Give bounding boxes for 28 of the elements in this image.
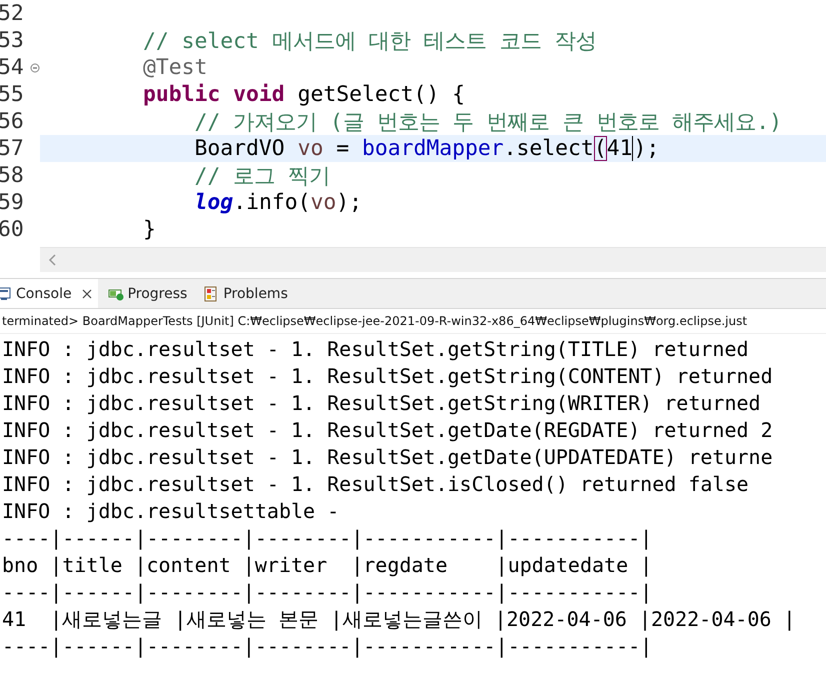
code-line: // 가져오기 (글 번호는 두 번째로 큰 번호로 해주세요.) xyxy=(194,109,783,135)
problems-icon xyxy=(203,286,220,302)
console-line: 41 |새로넣는글 |새로넣는 본문 |새로넣는글쓴이 |2022-04-06 |2022-04-06 | xyxy=(2,607,796,631)
console-line: bno |title |content |writer |regdate |updatedate | xyxy=(2,553,652,577)
console-line: INFO : jdbc.resultset - 1. ResultSet.getDate(REGDATE) returned 2 xyxy=(2,418,773,442)
console-line: INFO : jdbc.resultset - 1. ResultSet.isClosed() returned false xyxy=(2,472,749,496)
console-line: INFO : jdbc.resultset - 1. ResultSet.getString(WRITER) returned xyxy=(2,391,761,415)
horizontal-scrollbar[interactable] xyxy=(40,247,826,272)
view-tab[interactable]: Console xyxy=(0,279,98,308)
code-line: } xyxy=(142,216,157,243)
console-icon xyxy=(0,286,12,302)
code-line: // select 메서드에 대한 테스트 코드 작성 xyxy=(142,28,598,54)
code-line: log.info(vo); xyxy=(194,189,363,216)
code-line: @Test xyxy=(142,54,208,81)
code-line: public void getSelect() { xyxy=(142,81,466,108)
view-tab[interactable]: Problems xyxy=(199,279,294,308)
code-line: // 로그 찍기 xyxy=(194,163,332,189)
close-icon[interactable] xyxy=(82,288,92,298)
console-line: ----|------|--------|--------|-----------|-----------| xyxy=(2,580,652,604)
console-line: ----|------|--------|--------|-----------|-----------| xyxy=(2,526,652,550)
console-line: ----|------|--------|--------|-----------|-----------| xyxy=(2,634,652,658)
collapse-icon[interactable] xyxy=(30,62,40,72)
console-line: INFO : jdbc.resultset - 1. ResultSet.getString(CONTENT) returned xyxy=(2,364,773,388)
console-line: INFO : jdbc.resultset - 1. ResultSet.getString(TITLE) returned xyxy=(2,337,749,361)
console-line: INFO : jdbc.resultsettable - xyxy=(2,499,340,523)
console-header: terminated> BoardMapperTests [JUnit] C:₩eclipse₩eclipse-jee-2021-09-R-win32-x86_64₩eclipse₩plugins₩org.eclipse.just xyxy=(2,314,748,328)
view-tab[interactable]: Progress xyxy=(104,279,194,308)
console-line: INFO : jdbc.resultset - 1. ResultSet.getDate(UPDATEDATE) returne xyxy=(2,445,773,469)
